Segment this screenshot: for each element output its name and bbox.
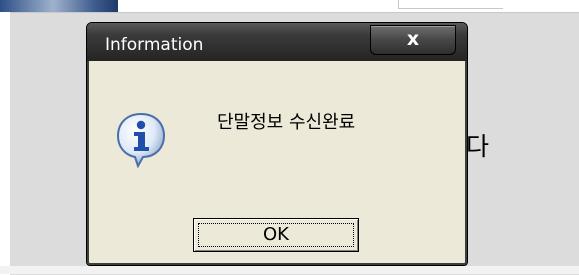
ok-button-label: OK: [263, 224, 289, 245]
background-input-field[interactable]: [398, 0, 503, 9]
ok-button[interactable]: OK: [193, 218, 359, 252]
background-label: 다: [466, 132, 490, 161]
dialog-titlebar[interactable]: Information x: [87, 23, 467, 61]
background-thumbnail-image: [0, 0, 118, 12]
close-button[interactable]: x: [370, 25, 456, 55]
background-bottom-bar: [0, 266, 579, 274]
dialog-title: Information: [105, 35, 204, 55]
information-dialog: Information x 단말정보 수신완료 OK: [86, 22, 468, 266]
close-icon: x: [406, 28, 420, 50]
dialog-body: 단말정보 수신완료 OK: [90, 61, 464, 261]
dialog-message: 단말정보 수신완료: [217, 112, 356, 133]
information-icon: [116, 112, 166, 168]
